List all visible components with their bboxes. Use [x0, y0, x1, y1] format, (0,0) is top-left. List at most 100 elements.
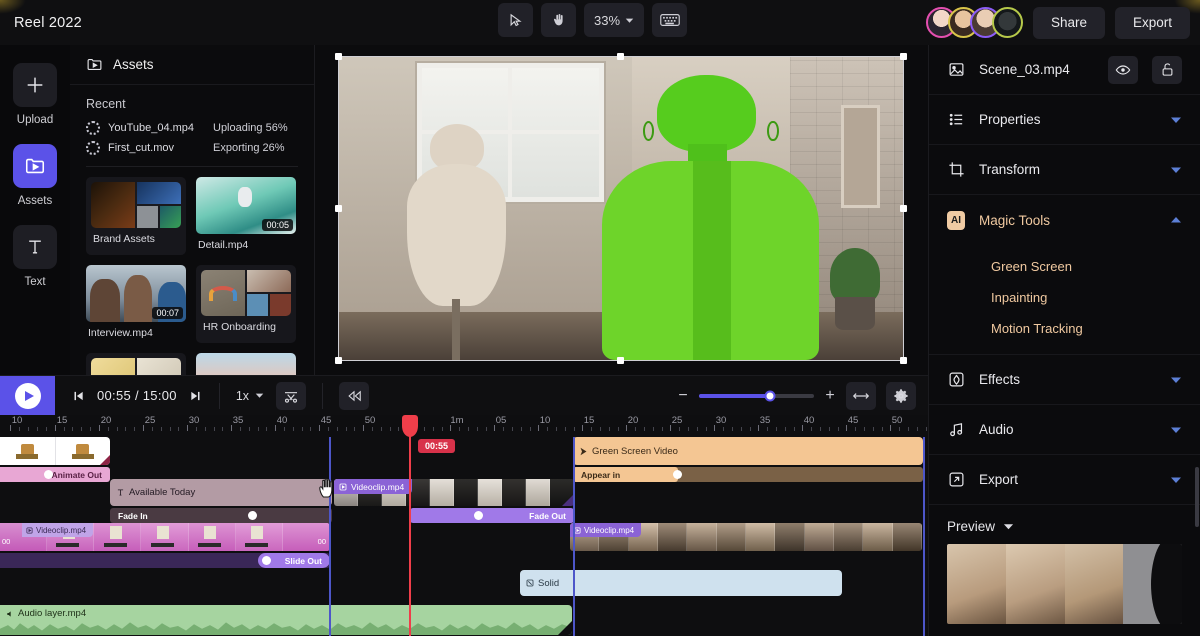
keyframe-dot[interactable]	[262, 556, 271, 565]
video-editor-app: Reel 2022 33%	[0, 0, 1200, 636]
sidebar-item-assets[interactable]: Assets	[13, 144, 57, 207]
timeline-clip[interactable]: Videoclip.mp4 00 00	[0, 523, 330, 551]
timeline[interactable]: 10 15 20 25 30 35 40 45 50 1m 05 10 15 2…	[0, 415, 928, 636]
keyframe-dot[interactable]	[474, 511, 483, 520]
keyframe-dot[interactable]	[673, 470, 682, 479]
timeline-clip[interactable]: Audio layer.mp4	[0, 605, 572, 635]
magic-tool-green-screen[interactable]: Green Screen	[929, 251, 1200, 282]
zoom-in-button[interactable]: +	[824, 387, 836, 405]
ruler-label: 10	[540, 415, 551, 426]
keyframe-dot[interactable]	[248, 511, 257, 520]
transition-button[interactable]	[339, 382, 369, 410]
resize-handle-bl[interactable]	[335, 357, 342, 364]
video-icon	[574, 527, 581, 534]
skip-back-icon[interactable]	[71, 389, 85, 403]
resize-handle-bc[interactable]	[617, 357, 624, 364]
zoom-out-button[interactable]: −	[677, 387, 689, 405]
chevron-down-icon[interactable]	[1170, 424, 1182, 436]
sidebar-item-label: Assets	[18, 195, 53, 207]
keyboard-shortcuts-button[interactable]	[652, 3, 687, 37]
section-properties[interactable]: Properties	[929, 95, 1200, 145]
timeline-ruler[interactable]: 10 15 20 25 30 35 40 45 50 1m 05 10 15 2…	[0, 415, 928, 437]
chevron-down-icon[interactable]	[1170, 114, 1182, 126]
sidebar-item-text[interactable]: Text	[13, 225, 57, 288]
share-button[interactable]: Share	[1033, 7, 1105, 39]
timeline-track[interactable]: Available Today Fade In	[0, 479, 928, 521]
resize-handle-rc[interactable]	[900, 205, 907, 212]
slider-knob[interactable]	[765, 390, 776, 401]
ruler-label: 35	[760, 415, 771, 426]
timeline-track[interactable]: Audio layer.mp4	[0, 603, 928, 636]
play-button[interactable]	[0, 376, 55, 416]
timeline-zoom-slider[interactable]	[699, 394, 814, 398]
timeline-clip[interactable]: Solid	[520, 570, 842, 596]
playback-speed-dropdown[interactable]: 1x	[236, 389, 264, 403]
resize-handle-tl[interactable]	[335, 53, 342, 60]
resize-handle-lc[interactable]	[335, 205, 342, 212]
export-button[interactable]: Export	[1115, 7, 1190, 39]
asset-card-video[interactable]: 00:05 Detail.mp4	[196, 177, 296, 255]
preview-frame	[947, 544, 1006, 624]
avatar[interactable]	[992, 7, 1023, 38]
chevron-down-icon[interactable]	[1170, 164, 1182, 176]
asset-card-video[interactable]	[196, 353, 296, 375]
toggle-visibility-button[interactable]	[1108, 56, 1138, 84]
timeline-settings-button[interactable]	[886, 382, 916, 410]
zoom-level-dropdown[interactable]: 33%	[584, 3, 644, 37]
resize-handle-tr[interactable]	[900, 53, 907, 60]
timeline-clip[interactable]: Videoclip.mp4	[570, 523, 922, 551]
section-transform[interactable]: Transform	[929, 145, 1200, 195]
timeline-track[interactable]: Animate Out Green Screen Video Appear in	[0, 437, 928, 479]
assets-panel: Assets Recent YouTube_04.mp4 Uploading 5…	[70, 45, 315, 375]
timeline-clip[interactable]: Videoclip.mp4	[334, 479, 574, 506]
section-audio[interactable]: Audio	[929, 405, 1200, 455]
timeline-marker	[923, 437, 925, 636]
ai-chip-icon: AI	[947, 211, 965, 230]
keyboard-icon	[660, 13, 680, 27]
keyframe-dot[interactable]	[44, 470, 53, 479]
timeline-tracks: Animate Out Green Screen Video Appear in	[0, 437, 928, 636]
upload-tile	[13, 63, 57, 107]
split-clip-button[interactable]	[276, 382, 306, 410]
timeline-clip[interactable]	[0, 437, 110, 465]
timeline-clip[interactable]: Available Today	[110, 479, 332, 506]
section-effects[interactable]: Effects	[929, 355, 1200, 405]
magic-tool-inpainting[interactable]: Inpainting	[929, 282, 1200, 313]
asset-card-folder[interactable]	[86, 353, 186, 375]
chevron-down-icon[interactable]	[1170, 374, 1182, 386]
asset-card-folder[interactable]: HR Onboarding	[196, 265, 296, 343]
magic-tool-motion-tracking[interactable]: Motion Tracking	[929, 313, 1200, 344]
chevron-up-icon[interactable]	[1170, 214, 1182, 226]
section-magic-tools[interactable]: AI Magic Tools	[929, 195, 1200, 245]
resize-handle-br[interactable]	[900, 357, 907, 364]
asset-card-folder[interactable]: Brand Assets	[86, 177, 186, 255]
toggle-lock-button[interactable]	[1152, 56, 1182, 84]
skip-forward-icon[interactable]	[189, 389, 203, 403]
sidebar-item-upload[interactable]: Upload	[13, 63, 57, 126]
chevron-down-icon[interactable]	[1003, 521, 1014, 532]
timeline-vertical-scrollbar[interactable]	[1194, 415, 1200, 636]
fit-to-width-button[interactable]	[846, 382, 876, 410]
collaborator-avatars[interactable]	[926, 7, 1023, 38]
asset-card-video[interactable]: 00:07 Interview.mp4	[86, 265, 186, 343]
chevron-down-icon[interactable]	[1170, 474, 1182, 486]
preview-header[interactable]: Preview	[929, 505, 1200, 544]
selected-clip-row[interactable]: Scene_03.mp4	[929, 45, 1200, 95]
gear-icon	[893, 388, 909, 404]
timeline-clip[interactable]: Green Screen Video	[573, 437, 923, 465]
hand-tool-button[interactable]	[541, 3, 576, 37]
square-icon	[526, 579, 534, 587]
music-note-icon	[947, 421, 965, 438]
resize-handle-tc[interactable]	[617, 53, 624, 60]
scrollbar-thumb[interactable]	[1195, 467, 1199, 527]
right-panel: Scene_03.mp4 Properti	[928, 45, 1200, 636]
select-tool-button[interactable]	[498, 3, 533, 37]
ruler-label: 50	[365, 415, 376, 426]
timeline-track[interactable]: Videoclip.mp4 00 00 Slide Out	[0, 521, 928, 565]
plus-icon	[24, 74, 46, 96]
section-export[interactable]: Export	[929, 455, 1200, 505]
timeline-track[interactable]: Solid	[0, 565, 928, 603]
preview-filmstrip[interactable]	[947, 544, 1182, 624]
video-preview[interactable]	[338, 57, 903, 360]
clip-start-badge: 00	[2, 537, 10, 546]
